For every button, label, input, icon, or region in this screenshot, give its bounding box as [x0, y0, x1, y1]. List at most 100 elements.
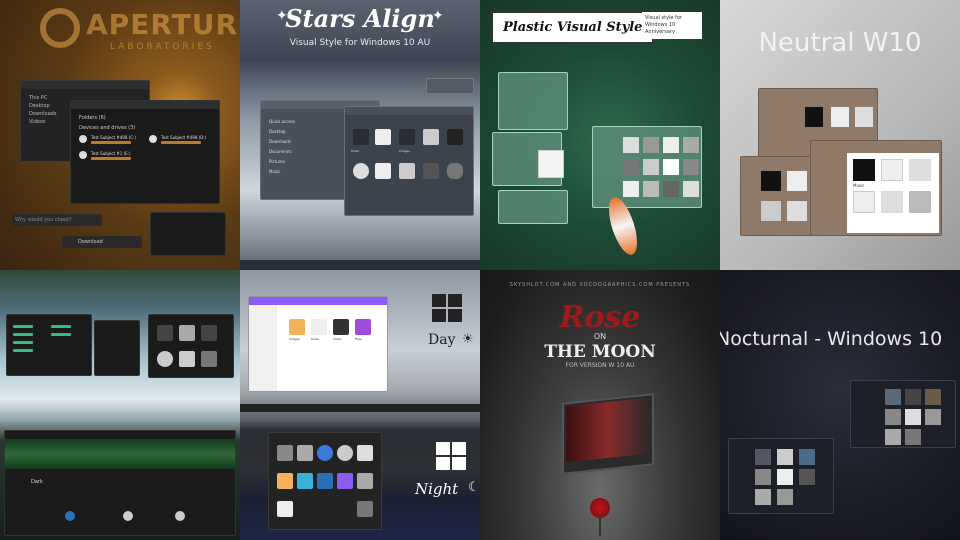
photo-thumb[interactable] [787, 201, 807, 221]
document-icon[interactable] [277, 501, 293, 517]
photo-thumb[interactable] [755, 469, 771, 485]
photo-thumb[interactable] [905, 389, 921, 405]
aperture-drive-item[interactable]: Test Subject #498 (C:) [91, 135, 136, 140]
photo-thumb[interactable] [755, 449, 771, 465]
folder-icon[interactable] [289, 319, 305, 335]
photo-thumb[interactable] [885, 389, 901, 405]
video-icon[interactable] [297, 473, 313, 489]
usb-icon[interactable] [357, 473, 373, 489]
photo-thumb[interactable] [777, 489, 793, 505]
video-icon[interactable] [333, 319, 349, 335]
stars-nav-item[interactable]: Documents [269, 149, 292, 154]
folder-icon[interactable] [353, 129, 369, 145]
photo-thumb[interactable] [881, 191, 903, 213]
photo-thumb[interactable] [663, 159, 679, 175]
photo-thumb[interactable] [663, 181, 679, 197]
photo-thumb[interactable] [643, 159, 659, 175]
camera-icon[interactable] [447, 129, 463, 145]
photo-thumb[interactable] [799, 469, 815, 485]
aperture-theme-tile[interactable]: APERTURE LABORATORIES This PC Desktop Do… [0, 0, 240, 270]
photo-thumb[interactable] [909, 159, 931, 181]
photo-thumb[interactable] [683, 137, 699, 153]
folder-icon[interactable] [399, 129, 415, 145]
mountain-image-icon[interactable] [311, 319, 327, 335]
photo-icon[interactable] [337, 473, 353, 489]
hdd-icon[interactable] [399, 163, 415, 179]
stars-nav-item[interactable]: Pictures [269, 159, 285, 164]
aperture-nav-item[interactable]: Downloads [29, 111, 56, 117]
photo-thumb[interactable] [905, 409, 921, 425]
photo-thumb[interactable] [853, 191, 875, 213]
aperture-drive-item[interactable]: Test Subject #498 (D:) [161, 135, 206, 140]
disc-icon[interactable] [353, 163, 369, 179]
photo-thumb[interactable] [925, 389, 941, 405]
photo-thumb[interactable] [623, 137, 639, 153]
purple-app-icon[interactable] [355, 319, 371, 335]
mouse-icon[interactable] [447, 163, 463, 179]
photo-thumb[interactable] [777, 469, 793, 485]
keyboard-icon[interactable] [423, 129, 439, 145]
image-icon[interactable] [317, 473, 333, 489]
folder-icon[interactable] [277, 473, 293, 489]
monitor-icon[interactable] [179, 351, 195, 367]
stars-nav-item[interactable]: Desktop [269, 129, 286, 134]
monitor-icon[interactable] [375, 163, 391, 179]
aperture-nav-item[interactable]: Desktop [29, 103, 50, 109]
cup-icon[interactable] [297, 445, 313, 461]
photo-thumb[interactable] [683, 181, 699, 197]
dark-window-label: Dark [31, 479, 43, 485]
headphones-icon[interactable] [123, 511, 133, 521]
photo-thumb[interactable] [787, 171, 807, 191]
document-icon[interactable] [375, 129, 391, 145]
person-icon[interactable] [175, 511, 185, 521]
globe-icon[interactable] [317, 445, 333, 461]
trash-icon[interactable] [277, 445, 293, 461]
dark-greenhouse-theme-tile[interactable]: Dark [0, 270, 240, 540]
photo-thumb[interactable] [799, 449, 815, 465]
folder-icon[interactable] [201, 325, 217, 341]
disc-icon[interactable] [157, 351, 173, 367]
aperture-drive-item[interactable]: Test Subject #1 (E:) [91, 151, 131, 156]
photo-thumb[interactable] [643, 137, 659, 153]
disc-icon[interactable] [337, 445, 353, 461]
stars-nav-item[interactable]: Music [269, 169, 280, 174]
stars-nav-item[interactable]: Downloads [269, 139, 291, 144]
photo-thumb[interactable] [909, 191, 931, 213]
aperture-download-button[interactable]: Download [62, 236, 142, 248]
photo-thumb[interactable] [683, 159, 699, 175]
photo-thumb[interactable] [905, 429, 921, 445]
photo-thumb[interactable] [623, 159, 639, 175]
day-night-theme-tile[interactable]: Images Music Video Files Day ☀ Night ☾ [240, 270, 480, 540]
gamepad-icon[interactable] [357, 501, 373, 517]
photo-thumb[interactable] [761, 201, 781, 221]
photo-thumb[interactable] [643, 181, 659, 197]
photo-thumb[interactable] [777, 449, 793, 465]
photo-thumb[interactable] [885, 429, 901, 445]
neutral-theme-tile[interactable]: Neutral W10 Music [720, 0, 960, 270]
usb-icon[interactable] [423, 163, 439, 179]
photo-thumb[interactable] [925, 409, 941, 425]
photo-thumb[interactable] [623, 181, 639, 197]
photo-thumb[interactable] [831, 107, 849, 127]
photo-thumb[interactable] [761, 171, 781, 191]
folder-icon[interactable] [157, 325, 173, 341]
stars-align-theme-tile[interactable]: ✦ ✦ Stars Align Visual Style for Windows… [240, 0, 480, 270]
drive-icon[interactable] [65, 511, 75, 521]
photo-thumb[interactable] [663, 137, 679, 153]
rose-on-moon-theme-tile[interactable]: SKYSHLOT.COM AND XOCDOGRAPHICS.COM PRESE… [480, 270, 720, 540]
stars-nav-item[interactable]: Quick access [269, 119, 295, 124]
photo-thumb[interactable] [853, 159, 875, 181]
aperture-nav-item[interactable]: Videos [29, 119, 46, 125]
aperture-search-input[interactable]: Why would you cheat? [12, 214, 102, 226]
photo-thumb[interactable] [885, 409, 901, 425]
photo-thumb[interactable] [805, 107, 823, 127]
photo-thumb[interactable] [855, 107, 873, 127]
nocturnal-theme-tile[interactable]: Nocturnal - Windows 10 [720, 270, 960, 540]
hdd-icon[interactable] [201, 351, 217, 367]
photo-icon[interactable] [357, 445, 373, 461]
aperture-nav-item[interactable]: This PC [29, 95, 47, 101]
plastic-theme-tile[interactable]: Plastic Visual Style Visual style for Wi… [480, 0, 720, 270]
photo-thumb[interactable] [881, 159, 903, 181]
photo-thumb[interactable] [755, 489, 771, 505]
document-icon[interactable] [179, 325, 195, 341]
